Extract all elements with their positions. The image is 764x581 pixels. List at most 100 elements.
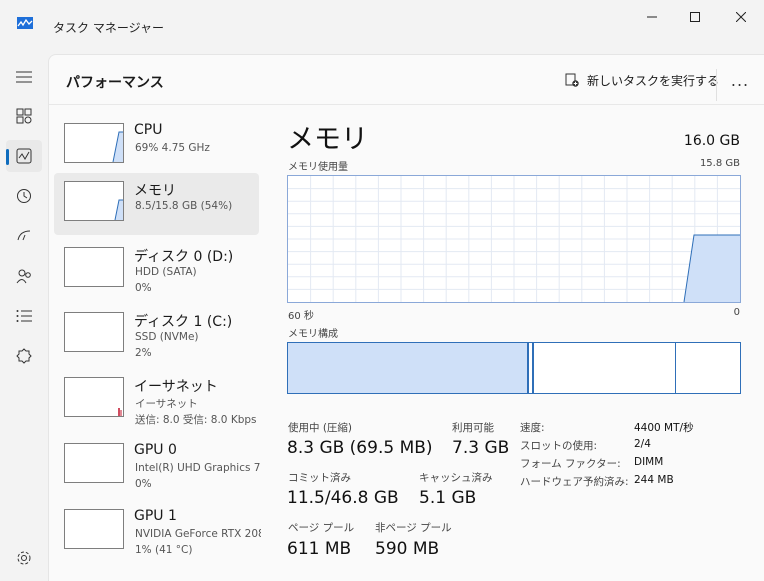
available-value: 7.3 GB <box>452 438 510 458</box>
services-icon <box>16 348 32 364</box>
resource-detail: SSD (NVMe) <box>135 331 199 343</box>
resource-detail: イーサネット <box>135 398 198 410</box>
paged-pool-label: ページ プール <box>288 522 355 534</box>
page-header: パフォーマンス 新しいタスクを実行する ... <box>49 55 764 105</box>
memory-thumbnail-graph <box>64 181 124 221</box>
graph-time-start: 60 秒 <box>288 311 314 322</box>
content-panel: パフォーマンス 新しいタスクを実行する ... CPU 69% 4.75 GHz… <box>48 54 764 581</box>
committed-value: 11.5/46.8 GB <box>287 488 399 508</box>
resource-gpu-1[interactable]: GPU 1 NVIDIA GeForce RTX 208 1% (41 °C) <box>54 501 261 563</box>
composition-standby-divider <box>675 343 676 393</box>
resource-usage: 0% <box>135 282 152 294</box>
resource-usage: 送信: 8.0 受信: 8.0 Kbps <box>135 414 257 426</box>
details-icon <box>16 310 32 322</box>
ethernet-thumbnail-graph <box>64 377 124 417</box>
app-history-icon <box>17 189 31 203</box>
detail-title: メモリ <box>287 124 368 155</box>
gpu0-thumbnail-graph <box>64 443 124 483</box>
graph-time-end: 0 <box>733 307 740 318</box>
resource-title: イーサネット <box>134 379 218 395</box>
users-icon <box>16 269 31 284</box>
nav-settings[interactable] <box>6 542 42 574</box>
startup-icon <box>17 230 31 241</box>
title-bar: タスク マネージャー <box>0 0 764 35</box>
close-button[interactable] <box>718 0 764 34</box>
memory-usage-graph <box>287 175 741 303</box>
settings-icon <box>17 551 31 565</box>
performance-icon <box>16 148 32 164</box>
speed-value: 4400 MT/秒 <box>634 422 694 434</box>
nav-users[interactable] <box>6 260 42 292</box>
form-factor-label: フォーム ファクター: <box>520 458 621 470</box>
nonpaged-pool-value: 590 MB <box>375 539 440 559</box>
header-divider <box>716 69 717 101</box>
cached-label: キャッシュ済み <box>419 472 493 484</box>
menu-icon <box>16 71 32 83</box>
resource-detail: 8.5/15.8 GB (54%) <box>135 200 233 212</box>
resource-usage: 1% (41 °C) <box>135 544 193 556</box>
in-use-label: 使用中 (圧縮) <box>288 422 353 434</box>
minimize-button[interactable] <box>629 0 675 34</box>
resource-detail: HDD (SATA) <box>135 266 197 278</box>
paged-pool-value: 611 MB <box>287 539 352 559</box>
nav-services[interactable] <box>6 340 42 372</box>
form-factor-value: DIMM <box>634 456 664 468</box>
disk0-thumbnail-graph <box>64 247 124 287</box>
resource-gpu-0[interactable]: GPU 0 Intel(R) UHD Graphics 7 0% <box>54 435 261 497</box>
run-task-icon <box>565 73 579 87</box>
hardware-reserved-value: 244 MB <box>634 474 674 486</box>
task-manager-app-icon <box>17 17 33 29</box>
hardware-reserved-label: ハードウェア予約済み: <box>520 476 629 488</box>
slots-used-label: スロットの使用: <box>520 440 598 452</box>
memory-usage-max: 15.8 GB <box>699 158 740 169</box>
resource-memory[interactable]: メモリ 8.5/15.8 GB (54%) <box>54 173 259 235</box>
resource-title: ディスク 1 (C:) <box>134 314 233 330</box>
nav-processes[interactable] <box>6 100 42 132</box>
nav-menu-button[interactable] <box>6 61 42 93</box>
resource-title: ディスク 0 (D:) <box>134 249 234 265</box>
resource-detail: NVIDIA GeForce RTX 208 <box>135 528 261 540</box>
resource-disk-0[interactable]: ディスク 0 (D:) HDD (SATA) 0% <box>54 239 259 301</box>
memory-usage-graph-svg <box>288 176 740 303</box>
resource-ethernet[interactable]: イーサネット イーサネット 送信: 8.0 受信: 8.0 Kbps <box>54 369 259 431</box>
available-label: 利用可能 <box>452 422 494 434</box>
cached-value: 5.1 GB <box>419 488 477 508</box>
resource-disk-1[interactable]: ディスク 1 (C:) SSD (NVMe) 2% <box>54 304 259 366</box>
resource-title: CPU <box>134 122 163 138</box>
memory-usage-label: メモリ使用量 <box>288 162 348 173</box>
resource-title: メモリ <box>134 183 176 199</box>
nonpaged-pool-label: 非ページ プール <box>375 522 452 534</box>
more-options-button[interactable]: ... <box>727 69 753 91</box>
run-new-task-label: 新しいタスクを実行する <box>587 73 720 88</box>
resource-usage: 0% <box>135 478 152 490</box>
disk1-thumbnail-graph <box>64 312 124 352</box>
memory-composition-label: メモリ構成 <box>288 329 338 340</box>
resource-title: GPU 1 <box>134 508 177 524</box>
active-indicator <box>6 149 9 165</box>
nav-app-history[interactable] <box>6 180 42 212</box>
close-icon <box>736 12 746 22</box>
nav-performance[interactable] <box>6 140 42 172</box>
minimize-icon <box>647 16 657 18</box>
resource-list: CPU 69% 4.75 GHz メモリ 8.5/15.8 GB (54%) デ… <box>53 115 261 581</box>
resource-title: GPU 0 <box>134 442 177 458</box>
resource-detail: Intel(R) UHD Graphics 7 <box>135 462 261 474</box>
in-use-value: 8.3 GB (69.5 MB) <box>287 438 433 458</box>
run-new-task-button[interactable]: 新しいタスクを実行する <box>565 69 719 91</box>
composition-in-use-segment <box>288 343 529 393</box>
window-title: タスク マネージャー <box>53 21 164 35</box>
page-title: パフォーマンス <box>66 75 164 91</box>
resource-usage: 2% <box>135 347 152 359</box>
resource-cpu[interactable]: CPU 69% 4.75 GHz <box>54 115 259 177</box>
maximize-icon <box>690 12 700 22</box>
nav-startup[interactable] <box>6 220 42 252</box>
memory-total: 16.0 GB <box>683 133 740 149</box>
navigation-rail <box>0 60 48 581</box>
maximize-button[interactable] <box>672 0 718 34</box>
committed-label: コミット済み <box>288 472 351 484</box>
slots-used-value: 2/4 <box>634 438 651 450</box>
gpu1-thumbnail-graph <box>64 509 124 549</box>
processes-icon <box>16 108 32 124</box>
more-icon: ... <box>730 70 750 90</box>
nav-details[interactable] <box>6 300 42 332</box>
